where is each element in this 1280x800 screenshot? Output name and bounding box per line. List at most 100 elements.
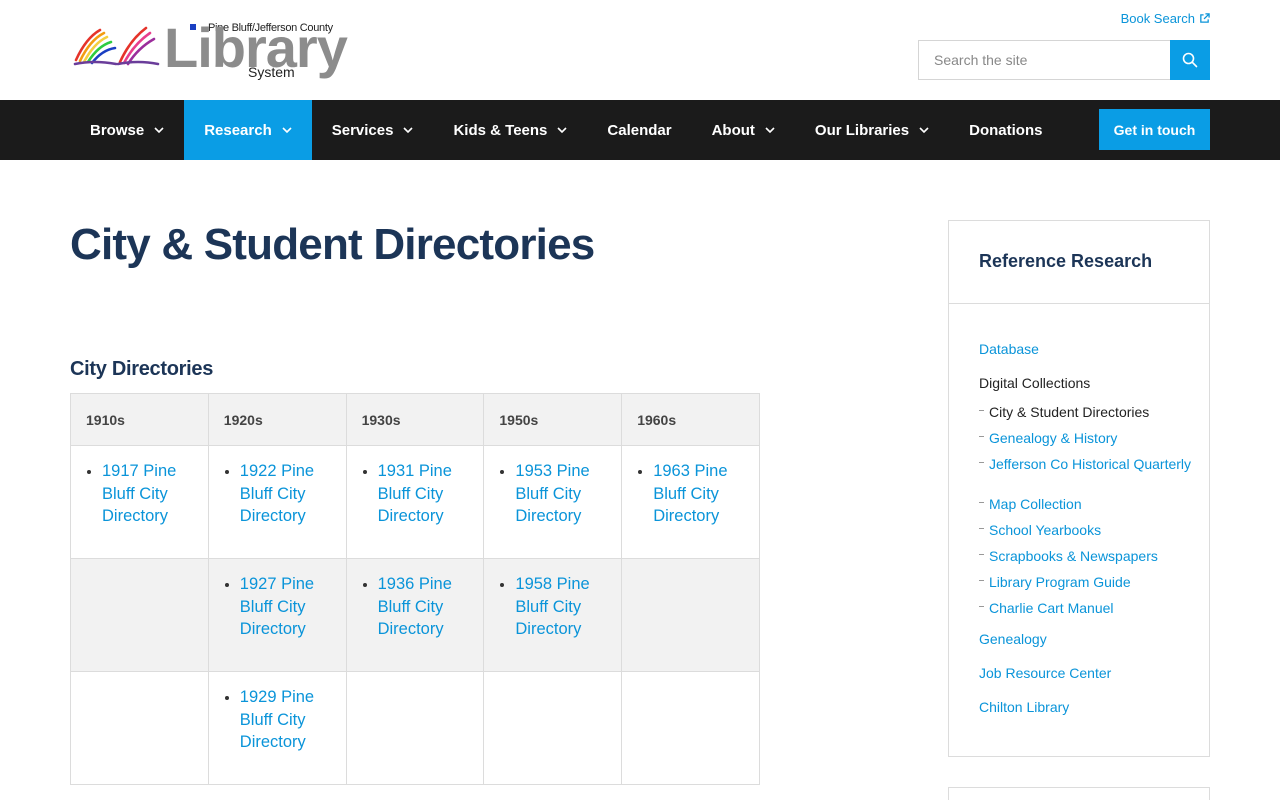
directory-link[interactable]: 1963 Pine Bluff City Directory: [653, 460, 744, 528]
table-cell: 1917 Pine Bluff City Directory: [70, 445, 209, 559]
chevron-down-icon: [919, 126, 929, 134]
sidebar-link-job-resource-center[interactable]: Job Resource Center: [979, 665, 1194, 681]
get-in-touch-button[interactable]: Get in touch: [1099, 109, 1210, 150]
nav-item-browse[interactable]: Browse: [70, 100, 184, 160]
list-item: 1927 Pine Bluff City Directory: [240, 573, 331, 641]
nav-item-calendar[interactable]: Calendar: [587, 100, 691, 160]
directory-link[interactable]: 1917 Pine Bluff City Directory: [102, 460, 193, 528]
main-nav-list: Browse Research Services Kids & Teens Calend…: [70, 100, 1062, 160]
sidebar-link-chilton-library[interactable]: Chilton Library: [979, 699, 1194, 715]
sidebar-item-chilton-library: Chilton Library: [979, 699, 1194, 733]
site-logo[interactable]: Pine Bluff/Jefferson County Library Syst…: [72, 18, 348, 82]
nav-item-label: Research: [204, 121, 272, 139]
table-cell: 1929 Pine Bluff City Directory: [207, 671, 347, 785]
sidebar-item-genealogy: Genealogy: [979, 631, 1194, 665]
list-item: 1936 Pine Bluff City Directory: [378, 573, 469, 641]
nav-item-label: Services: [331, 121, 394, 139]
table-cell: 1922 Pine Bluff City Directory: [207, 445, 347, 559]
list-item: 1922 Pine Bluff City Directory: [240, 460, 331, 528]
site-header: Pine Bluff/Jefferson County Library Syst…: [0, 0, 1280, 100]
list-item: 1958 Pine Bluff City Directory: [515, 573, 606, 641]
list-item: 1931 Pine Bluff City Directory: [378, 460, 469, 528]
sidebar-subitem: School Yearbooks: [979, 523, 1194, 549]
table-cell: [345, 671, 485, 785]
nav-item-label: Our Libraries: [814, 121, 910, 139]
sidebar-subitem-link[interactable]: School Yearbooks: [989, 523, 1194, 537]
nav-item-label: Kids & Teens: [453, 121, 548, 139]
nav-item-our-libraries[interactable]: Our Libraries: [795, 100, 949, 160]
sidebar-link-database[interactable]: Database: [979, 341, 1194, 357]
chevron-down-icon: [154, 126, 164, 134]
sidebar-link-digital-collections[interactable]: Digital Collections: [979, 375, 1194, 391]
sidebar-title: Reference Research: [949, 221, 1209, 304]
nav-item-research[interactable]: Research: [184, 100, 312, 160]
table-cell: 1936 Pine Bluff City Directory: [345, 558, 485, 672]
nav-item-about[interactable]: About: [692, 100, 795, 160]
list-item: 1953 Pine Bluff City Directory: [515, 460, 606, 528]
sidebar-subnav: City & Student Directories Genealogy & Hi…: [979, 405, 1194, 627]
sidebar-subitem: Library Program Guide: [979, 575, 1194, 601]
directory-link[interactable]: 1958 Pine Bluff City Directory: [515, 573, 606, 641]
directory-link[interactable]: 1953 Pine Bluff City Directory: [515, 460, 606, 528]
directory-list: 1953 Pine Bluff City Directory: [499, 460, 606, 528]
sidebar-subitem-link[interactable]: Jefferson Co Historical Quarterly: [989, 457, 1194, 471]
directory-link[interactable]: 1931 Pine Bluff City Directory: [378, 460, 469, 528]
search-input[interactable]: [918, 40, 1170, 80]
table-cell: [621, 558, 760, 672]
directory-list: 1929 Pine Bluff City Directory: [224, 686, 331, 754]
nav-item-donations[interactable]: Donations: [949, 100, 1062, 160]
nav-item-label: Calendar: [607, 121, 672, 139]
nav-item-kids-and-teens[interactable]: Kids & Teens: [433, 100, 587, 160]
column-header-1960s: 1960s: [621, 393, 760, 446]
sidebar-reference-research: Reference Research Database Digital Coll…: [948, 220, 1210, 757]
table-cell: 1927 Pine Bluff City Directory: [207, 558, 347, 672]
sidebar-item-digital-collections: Digital Collections: [979, 375, 1194, 405]
table-cell: 1963 Pine Bluff City Directory: [621, 445, 760, 559]
table-header-row: 1910s 1920s 1930s 1950s 1960s: [70, 393, 760, 446]
table-row: 1917 Pine Bluff City Directory 1922 Pine …: [70, 445, 760, 559]
sidebar-item-database: Database: [979, 341, 1194, 375]
directory-list: 1927 Pine Bluff City Directory: [224, 573, 331, 641]
directory-list: 1936 Pine Bluff City Directory: [362, 573, 469, 641]
table-cell: 1931 Pine Bluff City Directory: [345, 445, 485, 559]
sidebar-subitem: Genealogy & History: [979, 431, 1194, 457]
table-cell: [70, 671, 209, 785]
table-row: 1929 Pine Bluff City Directory: [70, 671, 760, 785]
table-cell: 1958 Pine Bluff City Directory: [483, 558, 623, 672]
list-item: 1917 Pine Bluff City Directory: [102, 460, 193, 528]
sidebar-subitem-link[interactable]: Scrapbooks & Newspapers: [989, 549, 1194, 563]
nav-item-services[interactable]: Services: [312, 100, 434, 160]
directory-list: 1922 Pine Bluff City Directory: [224, 460, 331, 528]
book-search-link[interactable]: Book Search: [1121, 11, 1210, 26]
list-item: 1929 Pine Bluff City Directory: [240, 686, 331, 754]
column-header-1920s: 1920s: [207, 393, 347, 446]
sidebar-subitem-current[interactable]: City & Student Directories: [989, 405, 1194, 419]
section-title-city-directories: City Directories: [70, 358, 214, 380]
directory-list: 1963 Pine Bluff City Directory: [637, 460, 744, 528]
directory-link[interactable]: 1922 Pine Bluff City Directory: [240, 460, 331, 528]
table-cell: [70, 558, 209, 672]
page-title: City & Student Directories: [70, 220, 595, 269]
sidebar-nav-list: Database Digital Collections City & Stud…: [979, 341, 1194, 733]
sidebar-subitem-link[interactable]: Charlie Cart Manuel: [989, 601, 1194, 615]
search-button[interactable]: [1170, 40, 1210, 80]
external-link-icon: [1200, 13, 1210, 23]
sidebar-subitem-link[interactable]: Library Program Guide: [989, 575, 1194, 589]
sidebar-subitem-link[interactable]: Map Collection: [989, 497, 1194, 511]
table-body: 1917 Pine Bluff City Directory 1922 Pine …: [70, 445, 760, 785]
directory-link[interactable]: 1927 Pine Bluff City Directory: [240, 573, 331, 641]
sidebar-link-genealogy[interactable]: Genealogy: [979, 631, 1194, 647]
table-row: 1927 Pine Bluff City Directory 1936 Pine …: [70, 558, 760, 672]
book-search-label: Book Search: [1120, 11, 1195, 26]
site-search: [918, 40, 1210, 80]
column-header-1910s: 1910s: [70, 393, 209, 446]
sidebar-subitem: Charlie Cart Manuel: [979, 601, 1194, 627]
sidebar-subitem-link[interactable]: Genealogy & History: [989, 431, 1194, 445]
column-header-1930s: 1930s: [345, 393, 485, 446]
directory-link[interactable]: 1936 Pine Bluff City Directory: [378, 573, 469, 641]
search-icon: [1182, 52, 1198, 68]
sidebar-item-job-resource-center: Job Resource Center: [979, 665, 1194, 699]
directory-link[interactable]: 1929 Pine Bluff City Directory: [240, 686, 331, 754]
chevron-down-icon: [403, 126, 414, 134]
directory-list: 1958 Pine Bluff City Directory: [499, 573, 606, 641]
